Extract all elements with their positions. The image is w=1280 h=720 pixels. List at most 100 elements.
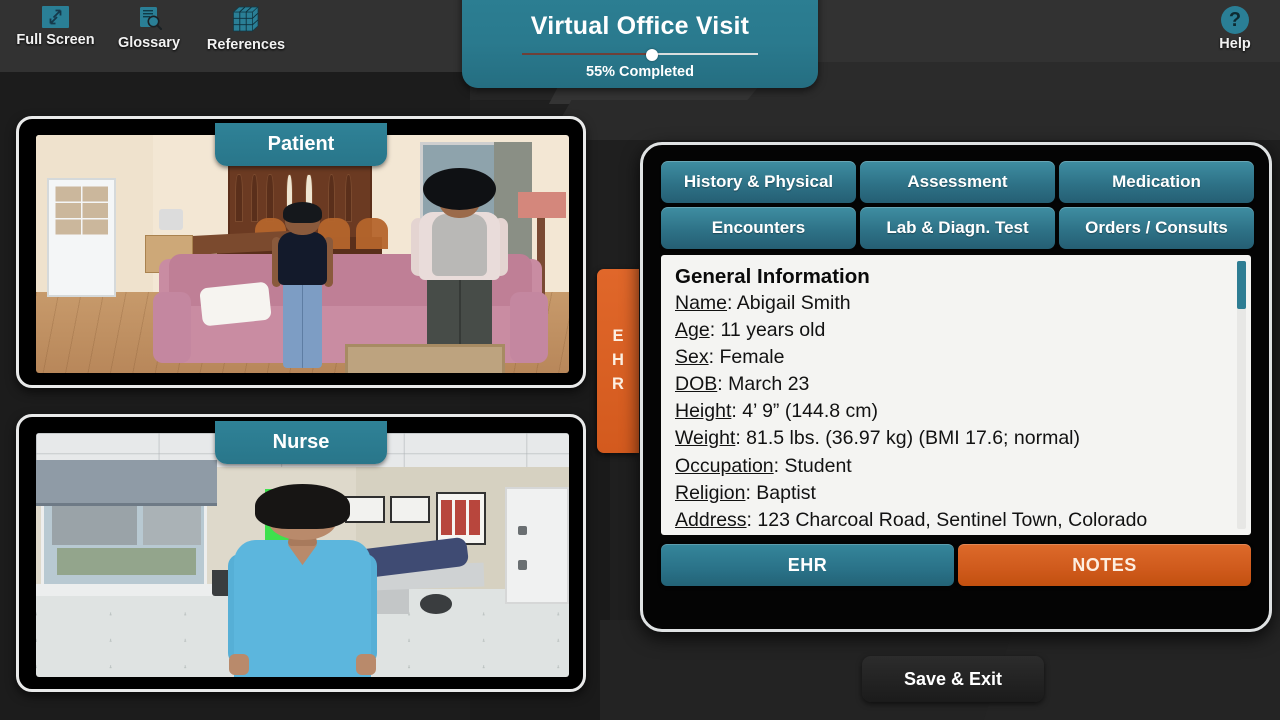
field-sex-key: Sex bbox=[675, 346, 709, 369]
window-foliage bbox=[57, 547, 196, 575]
progress-label: 55% Completed bbox=[586, 64, 694, 80]
tab-medication[interactable]: Medication bbox=[1059, 161, 1254, 203]
field-height-key: Height bbox=[675, 400, 732, 423]
ehr-side-tab[interactable]: E H R bbox=[597, 269, 639, 453]
field-address-value: : 123 Charcoal Road, Sentinel Town, Colo… bbox=[746, 508, 1148, 531]
sofa-arm bbox=[153, 292, 191, 364]
window-blinds bbox=[36, 459, 218, 507]
child-jeans-gap bbox=[301, 281, 304, 369]
window-building bbox=[51, 501, 138, 546]
patient-video-panel[interactable]: Patient bbox=[16, 116, 586, 388]
living-room-scene bbox=[36, 135, 569, 373]
field-height-value: : 4’ 9” (144.8 cm) bbox=[731, 400, 879, 423]
field-sex-value: : Female bbox=[708, 346, 785, 369]
cabinet-pane bbox=[235, 174, 244, 222]
patient-video-label: Patient bbox=[215, 123, 387, 166]
field-age: Age: 11 years old bbox=[675, 317, 1237, 344]
field-age-key: Age bbox=[675, 319, 710, 342]
supply-cabinet bbox=[505, 486, 569, 604]
dining-chair bbox=[355, 218, 388, 250]
field-religion-value: : Baptist bbox=[745, 481, 816, 504]
nurse-video-label: Nurse bbox=[215, 421, 387, 464]
field-name-key: Name bbox=[675, 292, 728, 314]
help-label: Help bbox=[1219, 36, 1251, 52]
fullscreen-icon bbox=[42, 6, 69, 28]
window-sill bbox=[36, 584, 218, 597]
coffee-table bbox=[345, 344, 506, 373]
progress-bar-remaining bbox=[651, 53, 758, 55]
ehr-button-row: EHR NOTES bbox=[661, 544, 1251, 586]
ehr-side-tab-letter-3: R bbox=[612, 374, 624, 393]
ehr-content-area: General Information Name: Abigail Smith … bbox=[661, 255, 1251, 535]
field-height: Height: 4’ 9” (144.8 cm) bbox=[675, 398, 1237, 425]
field-weight-value: : 81.5 lbs. (36.97 kg) (BMI 17.6; normal… bbox=[735, 427, 1080, 450]
cabinet-pane bbox=[344, 174, 353, 222]
section-title: General Information bbox=[675, 265, 870, 288]
tab-encounters[interactable]: Encounters bbox=[661, 207, 856, 249]
field-address: Address: 123 Charcoal Road, Sentinel Tow… bbox=[675, 507, 1237, 534]
field-religion-key: Religion bbox=[675, 481, 746, 504]
tab-lab-diagnostic-test[interactable]: Lab & Diagn. Test bbox=[860, 207, 1055, 249]
help-button[interactable]: ? Help bbox=[1200, 2, 1270, 52]
save-and-exit-button[interactable]: Save & Exit bbox=[862, 656, 1044, 702]
caregiver-hair bbox=[423, 168, 497, 211]
exam-room-scene bbox=[36, 433, 569, 677]
references-label: References bbox=[206, 37, 286, 53]
scrollbar-thumb[interactable] bbox=[1237, 261, 1246, 309]
rolling-stool bbox=[419, 594, 452, 614]
child-shirt bbox=[277, 231, 328, 285]
nurse-hand-left bbox=[229, 653, 249, 676]
question-mark-icon: ? bbox=[1221, 6, 1249, 34]
tab-orders-consults[interactable]: Orders / Consults bbox=[1059, 207, 1254, 249]
title-card: Virtual Office Visit 55% Completed bbox=[462, 0, 818, 88]
field-occupation-key: Occupation bbox=[675, 454, 774, 477]
nurse-video-feed bbox=[36, 433, 569, 677]
ehr-side-tab-letter-2: H bbox=[612, 351, 624, 370]
field-address-key: Address bbox=[675, 508, 747, 531]
cabinet-handle bbox=[518, 559, 527, 570]
anatomy-figure bbox=[469, 499, 481, 536]
patient-video-feed bbox=[36, 135, 569, 373]
field-occupation: Occupation: Student bbox=[675, 453, 1237, 480]
cube-icon bbox=[232, 6, 260, 32]
ehr-side-tab-letter-1: E bbox=[612, 327, 624, 346]
tab-history-physical[interactable]: History & Physical bbox=[661, 161, 856, 203]
door-glass bbox=[53, 184, 108, 235]
progress-bar-handle[interactable] bbox=[645, 49, 658, 61]
anatomy-figure bbox=[455, 499, 467, 536]
field-sex: Sex: Female bbox=[675, 344, 1237, 371]
progress-bar[interactable] bbox=[522, 49, 758, 61]
glossary-icon bbox=[137, 6, 162, 31]
notes-button[interactable]: NOTES bbox=[958, 544, 1251, 586]
ehr-panel: History & Physical Assessment Medication… bbox=[640, 142, 1272, 632]
tab-assessment[interactable]: Assessment bbox=[860, 161, 1055, 203]
glossary-button[interactable]: Glossary bbox=[110, 2, 188, 51]
anatomy-figure bbox=[441, 499, 453, 536]
sofa-arm bbox=[510, 292, 548, 364]
field-name-value: : Abigail Smith bbox=[727, 292, 851, 314]
field-weight: Weight: 81.5 lbs. (36.97 kg) (BMI 17.6; … bbox=[675, 425, 1237, 452]
cabinet-pane bbox=[250, 174, 259, 222]
field-religion: Religion: Baptist bbox=[675, 480, 1237, 507]
field-age-value: : 11 years old bbox=[709, 319, 826, 342]
full-screen-button[interactable]: Full Screen bbox=[8, 2, 103, 48]
cabinet-handle bbox=[518, 525, 527, 536]
nurse-avatar bbox=[227, 484, 378, 677]
anatomy-poster bbox=[435, 491, 487, 546]
caregiver-avatar bbox=[409, 168, 510, 369]
patient-child-avatar bbox=[265, 201, 340, 369]
ehr-button[interactable]: EHR bbox=[661, 544, 954, 586]
references-button[interactable]: References bbox=[192, 2, 300, 53]
field-dob-key: DOB bbox=[675, 373, 718, 396]
progress-bar-filled bbox=[522, 53, 652, 55]
page-title: Virtual Office Visit bbox=[530, 12, 750, 40]
window-building bbox=[142, 506, 202, 546]
nurse-hand-right bbox=[356, 653, 376, 676]
pillow bbox=[199, 281, 273, 327]
background-facet-diagonal-c bbox=[548, 100, 1280, 140]
glossary-label: Glossary bbox=[117, 35, 181, 51]
ehr-tab-grid: History & Physical Assessment Medication… bbox=[661, 161, 1254, 249]
nurse-video-panel[interactable]: Nurse bbox=[16, 414, 586, 692]
certificate-frame bbox=[390, 496, 431, 524]
field-name: Name: Abigail Smith bbox=[675, 290, 1237, 317]
